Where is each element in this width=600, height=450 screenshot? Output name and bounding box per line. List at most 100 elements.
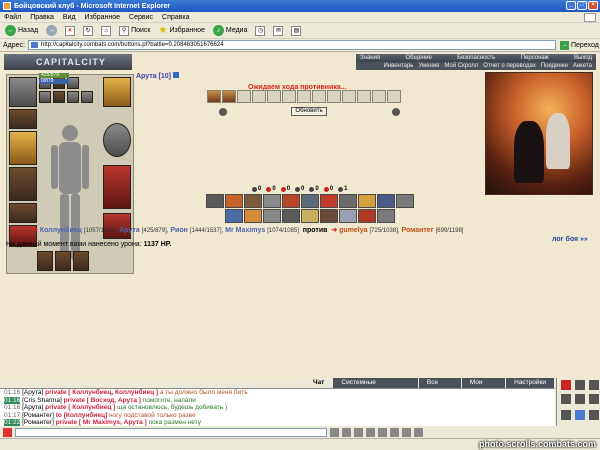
speed-icon[interactable]: [414, 427, 423, 437]
small-slot-7[interactable]: [81, 91, 93, 103]
small-slot-6[interactable]: [67, 91, 79, 103]
skill-icon[interactable]: [301, 209, 319, 223]
chat-recipients[interactable]: private [ Восход, Арута ]: [64, 397, 141, 404]
tab-my-logs[interactable]: Мои логи: [461, 378, 506, 396]
tab-all-logs[interactable]: Все логи: [418, 378, 461, 396]
skill-icon[interactable]: [339, 194, 357, 208]
skill-icon[interactable]: [339, 209, 357, 223]
team1-player-1[interactable]: Коллунбиец: [40, 227, 82, 234]
chat-option-icon[interactable]: [589, 380, 599, 390]
chat-option-icon[interactable]: [589, 394, 599, 404]
legs-slot[interactable]: [103, 165, 131, 209]
refresh-chat-icon[interactable]: [402, 427, 411, 437]
chat-options-icon[interactable]: [3, 427, 12, 437]
home-button[interactable]: ⌂: [99, 24, 113, 37]
chat-option-icon[interactable]: [575, 410, 585, 420]
skill-icon[interactable]: [358, 194, 376, 208]
send-icon[interactable]: [330, 427, 339, 437]
left-helper-icon[interactable]: [219, 108, 227, 116]
right-helper-icon[interactable]: [392, 108, 400, 116]
menu-edit[interactable]: Правка: [30, 14, 54, 21]
skill-icon[interactable]: [225, 194, 243, 208]
chat-time[interactable]: 01:16: [4, 396, 21, 404]
refresh-button[interactable]: Обновить: [291, 107, 327, 116]
tab-chat[interactable]: Чат: [305, 378, 333, 388]
skill-icon[interactable]: [225, 209, 243, 223]
ring-slot-1[interactable]: [37, 251, 53, 271]
skill-icon[interactable]: [244, 194, 262, 208]
chat-user[interactable]: [Романтег]: [22, 412, 54, 419]
small-slot-5[interactable]: [53, 91, 65, 103]
small-slot-4[interactable]: [39, 91, 51, 103]
nav-profile[interactable]: Анкета: [573, 62, 592, 70]
chat-input[interactable]: [15, 427, 327, 437]
chat-user[interactable]: [Cris Sharma]: [22, 397, 62, 404]
team1-player-3[interactable]: Рион: [170, 227, 187, 234]
chat-option-icon[interactable]: [561, 410, 571, 420]
chat-recipients[interactable]: private [ Коллунбиец ]: [45, 404, 115, 411]
chat-time[interactable]: 01:17: [4, 412, 20, 419]
skill-icon[interactable]: [263, 209, 281, 223]
chat-user[interactable]: [Арута]: [22, 389, 43, 396]
shield-slot[interactable]: [103, 123, 131, 157]
print-button[interactable]: ▤: [289, 24, 303, 37]
info-icon[interactable]: [172, 72, 179, 78]
team1-player-4[interactable]: Mr Maximys: [225, 227, 265, 234]
chat-time[interactable]: 01:16: [4, 389, 20, 396]
nav-battles[interactable]: Поединки: [541, 62, 568, 70]
nav-skills[interactable]: Умения: [418, 62, 439, 70]
menu-tools[interactable]: Сервис: [129, 14, 153, 21]
menu-file[interactable]: Файл: [4, 14, 21, 21]
tab-settings[interactable]: Настройки: [506, 378, 554, 388]
nav-exit[interactable]: Выход: [574, 54, 592, 62]
chat-user[interactable]: [Арута]: [22, 404, 43, 411]
chat-recipients[interactable]: to [Коллунбиец]: [56, 412, 107, 419]
address-input[interactable]: http://capitalcity.combats.com/buttons.p…: [27, 40, 556, 50]
chat-option-icon[interactable]: [575, 394, 585, 404]
mail-button[interactable]: ✉: [271, 24, 285, 37]
skill-icon[interactable]: [244, 209, 262, 223]
sound-icon[interactable]: [390, 427, 399, 437]
search-button[interactable]: ⚲ Поиск: [117, 24, 152, 37]
nav-my-scroll[interactable]: Мой Скролл: [444, 62, 478, 70]
skill-icon[interactable]: [320, 209, 338, 223]
maximize-button[interactable]: □: [577, 1, 587, 10]
nav-inventory[interactable]: Инвентарь: [384, 62, 414, 70]
skill-icon[interactable]: [377, 194, 395, 208]
skill-icon[interactable]: [377, 209, 395, 223]
gloves-slot[interactable]: [103, 77, 131, 107]
player-nick[interactable]: Арута [10]: [136, 72, 179, 80]
menu-help[interactable]: Справка: [162, 14, 189, 21]
skill-icon[interactable]: [358, 209, 376, 223]
back-button[interactable]: ← Назад: [3, 24, 40, 37]
nav-communication[interactable]: Общение: [406, 54, 432, 62]
chat-option-icon[interactable]: [575, 380, 585, 390]
go-button[interactable]: → Переход: [559, 40, 599, 50]
refresh-page-button[interactable]: ↻: [81, 24, 95, 37]
battle-log-link[interactable]: лог боя »»: [552, 236, 588, 243]
team1-player-2[interactable]: Арута: [119, 227, 140, 234]
clear-icon[interactable]: [354, 427, 363, 437]
chat-option-icon[interactable]: [589, 410, 599, 420]
stop-button[interactable]: ×: [63, 24, 77, 37]
minimize-button[interactable]: _: [566, 1, 576, 10]
menu-view[interactable]: Вид: [63, 14, 76, 21]
nav-knowledge[interactable]: Знания: [360, 54, 380, 62]
nav-security[interactable]: Безопасность: [457, 54, 495, 62]
favorites-button[interactable]: ★ Избранное: [156, 24, 206, 37]
ring-slot-2[interactable]: [55, 251, 71, 271]
smiley-icon[interactable]: [342, 427, 351, 437]
nav-character[interactable]: Персонаж: [521, 54, 549, 62]
belt-slot[interactable]: [9, 203, 37, 223]
amulet-slot[interactable]: [9, 109, 37, 129]
chat-option-icon[interactable]: [561, 380, 571, 390]
helmet-slot[interactable]: [9, 77, 37, 107]
team2-player-2[interactable]: Романтег: [401, 227, 433, 234]
armor-slot[interactable]: [9, 167, 37, 201]
chat-option-icon[interactable]: [561, 394, 571, 404]
skill-icon[interactable]: [396, 194, 414, 208]
skill-icon[interactable]: [282, 194, 300, 208]
team2-player-1[interactable]: gumelya: [339, 227, 367, 234]
chat-time[interactable]: 01:16: [4, 404, 20, 411]
nav-transfer-report[interactable]: Отчет о переводах: [483, 62, 536, 70]
